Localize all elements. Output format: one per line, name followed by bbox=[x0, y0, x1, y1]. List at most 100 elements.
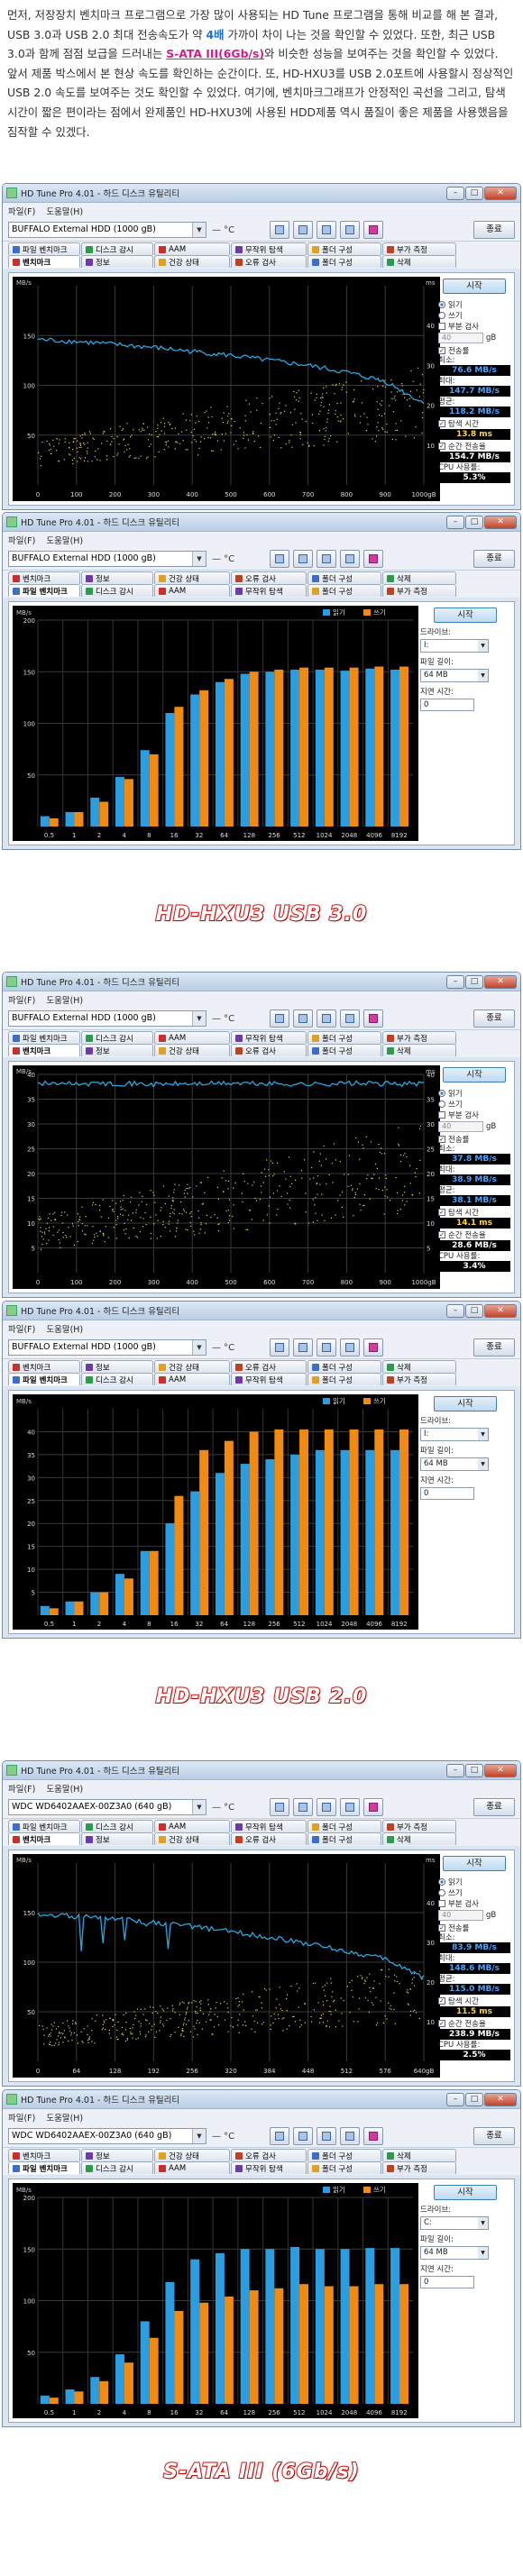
download-button[interactable] bbox=[363, 1338, 383, 1357]
tab-file-benchmark[interactable]: 파일 벤치마크 bbox=[8, 584, 80, 597]
tab-extra[interactable]: 부가 측정 bbox=[382, 584, 456, 597]
tab-info[interactable]: 정보 bbox=[81, 571, 153, 584]
tab-folder[interactable]: 폴더 구성 bbox=[307, 1031, 381, 1044]
copy-button[interactable] bbox=[270, 1338, 289, 1357]
tab-health[interactable]: 건강 상태 bbox=[154, 2149, 230, 2161]
menu-file[interactable]: 파일(F) bbox=[8, 205, 35, 217]
tab-aam[interactable]: AAM bbox=[154, 1373, 230, 1385]
copy-button[interactable] bbox=[270, 550, 289, 568]
transfer-rate-checkbox[interactable]: 전송률 bbox=[438, 345, 510, 356]
tab-benchmark[interactable]: 벤치마크 bbox=[8, 1044, 80, 1056]
file-size-select[interactable]: 64 MB bbox=[420, 669, 489, 682]
menu-file[interactable]: 파일(F) bbox=[8, 993, 35, 1006]
tab-disk-monitor[interactable]: 디스크 감시 bbox=[81, 2161, 153, 2174]
menu-help[interactable]: 도움말(H) bbox=[46, 1782, 83, 1795]
close-button[interactable]: ✕ bbox=[484, 186, 517, 200]
tab-benchmark[interactable]: 벤치마크 bbox=[8, 255, 80, 268]
minimize-button[interactable]: – bbox=[446, 1303, 464, 1318]
tab-aam[interactable]: AAM bbox=[154, 242, 230, 255]
tab-erase[interactable]: 삭제 bbox=[382, 571, 456, 584]
tab-info[interactable]: 정보 bbox=[81, 1044, 153, 1056]
minimize-button[interactable]: – bbox=[446, 1763, 464, 1777]
drive-select[interactable]: BUFFALO External HDD (1000 gB) bbox=[8, 222, 206, 238]
tab-file-benchmark[interactable]: 파일 벤치마크 bbox=[8, 242, 80, 255]
drive-select[interactable]: WDC WD6402AAEX-00Z3A0 (640 gB) bbox=[8, 1799, 206, 1815]
maximize-button[interactable]: □ bbox=[465, 515, 483, 529]
copy-button[interactable] bbox=[270, 2127, 289, 2145]
options-button[interactable] bbox=[340, 1798, 360, 1816]
start-button[interactable]: 시작 bbox=[443, 1067, 506, 1082]
access-time-checkbox[interactable]: 탐색 시간 bbox=[438, 1207, 510, 1218]
tab-info[interactable]: 정보 bbox=[81, 2149, 153, 2161]
screenshot-button[interactable] bbox=[317, 550, 336, 568]
burst-rate-checkbox[interactable]: 순간 전송율 bbox=[438, 1229, 510, 1240]
drive-letter-select[interactable]: C: bbox=[420, 2216, 489, 2230]
download-button[interactable] bbox=[363, 1798, 383, 1816]
screenshot-button[interactable] bbox=[317, 1798, 336, 1816]
tab-folder-usage[interactable]: 폴더 구성 bbox=[307, 571, 381, 584]
tab-folder-usage[interactable]: 폴더 구성 bbox=[307, 1360, 381, 1373]
tab-file-benchmark[interactable]: 파일 벤치마크 bbox=[8, 1373, 80, 1385]
tab-error-scan[interactable]: 오류 검사 bbox=[231, 255, 307, 268]
tab-info[interactable]: 정보 bbox=[81, 1360, 153, 1373]
copy-button[interactable] bbox=[270, 1009, 289, 1028]
menu-file[interactable]: 파일(F) bbox=[8, 1782, 35, 1795]
tab-erase[interactable]: 삭제 bbox=[382, 1044, 456, 1056]
screenshot-button[interactable] bbox=[317, 1338, 336, 1357]
tab-file-benchmark[interactable]: 파일 벤치마크 bbox=[8, 1820, 80, 1832]
copy-button[interactable] bbox=[270, 1798, 289, 1816]
options-button[interactable] bbox=[340, 2127, 360, 2145]
file-size-select[interactable]: 64 MB bbox=[420, 2246, 489, 2260]
drive-letter-select[interactable]: I: bbox=[420, 1428, 489, 1441]
file-size-select[interactable]: 64 MB bbox=[420, 1457, 489, 1471]
options-button[interactable] bbox=[340, 1338, 360, 1357]
tab-erase[interactable]: 삭제 bbox=[382, 255, 456, 268]
exit-button[interactable]: 종료 bbox=[473, 1338, 515, 1357]
drive-select[interactable]: BUFFALO External HDD (1000 gB) bbox=[8, 1339, 206, 1356]
maximize-button[interactable]: □ bbox=[465, 2092, 483, 2106]
drive-letter-select[interactable]: I: bbox=[420, 639, 489, 653]
minimize-button[interactable]: – bbox=[446, 186, 464, 200]
download-button[interactable] bbox=[363, 1009, 383, 1028]
delay-spinner[interactable]: 0 bbox=[420, 2276, 474, 2288]
tab-random-access[interactable]: 무작위 탐색 bbox=[231, 1373, 307, 1385]
tab-error-scan[interactable]: 오류 검사 bbox=[231, 1832, 307, 1845]
options-button[interactable] bbox=[340, 1009, 360, 1028]
tab-benchmark[interactable]: 벤치마크 bbox=[8, 1360, 80, 1373]
tab-random-access[interactable]: 무작위 탐색 bbox=[231, 2161, 307, 2174]
save-button[interactable] bbox=[293, 550, 313, 568]
tab-random-access[interactable]: 무작위 탐색 bbox=[231, 1031, 307, 1044]
tab-erase[interactable]: 삭제 bbox=[382, 2149, 456, 2161]
tab-extra[interactable]: 부가 측정 bbox=[382, 1373, 456, 1385]
burst-rate-checkbox[interactable]: 순간 전송율 bbox=[438, 2018, 510, 2029]
screenshot-button[interactable] bbox=[317, 1009, 336, 1028]
options-button[interactable] bbox=[340, 221, 360, 239]
save-button[interactable] bbox=[293, 1798, 313, 1816]
exit-button[interactable]: 종료 bbox=[473, 2127, 515, 2145]
save-button[interactable] bbox=[293, 1338, 313, 1357]
tab-erase[interactable]: 삭제 bbox=[382, 1832, 456, 1845]
tab-error-scan[interactable]: 오류 검사 bbox=[231, 1044, 307, 1056]
tab-folder-usage[interactable]: 폴더 구성 bbox=[307, 2149, 381, 2161]
start-button[interactable]: 시작 bbox=[434, 607, 497, 623]
tab-aam[interactable]: AAM bbox=[154, 1820, 230, 1832]
read-radio[interactable]: 읽기 bbox=[438, 299, 510, 310]
transfer-rate-checkbox[interactable]: 전송률 bbox=[438, 1923, 510, 1933]
menu-file[interactable]: 파일(F) bbox=[8, 2111, 35, 2124]
tab-folder[interactable]: 폴더 구성 bbox=[307, 584, 381, 597]
close-button[interactable]: ✕ bbox=[484, 974, 517, 989]
menu-help[interactable]: 도움말(H) bbox=[46, 993, 83, 1006]
write-radio[interactable]: 쓰기 bbox=[438, 1887, 510, 1898]
tab-extra[interactable]: 부가 측정 bbox=[382, 1820, 456, 1832]
save-button[interactable] bbox=[293, 1009, 313, 1028]
screenshot-button[interactable] bbox=[317, 2127, 336, 2145]
tab-health[interactable]: 건강 상태 bbox=[154, 1360, 230, 1373]
tab-folder[interactable]: 폴더 구성 bbox=[307, 2161, 381, 2174]
menu-file[interactable]: 파일(F) bbox=[8, 534, 35, 546]
partial-test-checkbox[interactable]: 부분 검사 bbox=[438, 321, 510, 332]
close-button[interactable]: ✕ bbox=[484, 515, 517, 529]
start-button[interactable]: 시작 bbox=[434, 1396, 497, 1411]
exit-button[interactable]: 종료 bbox=[473, 1009, 515, 1028]
copy-button[interactable] bbox=[270, 221, 289, 239]
download-button[interactable] bbox=[363, 221, 383, 239]
